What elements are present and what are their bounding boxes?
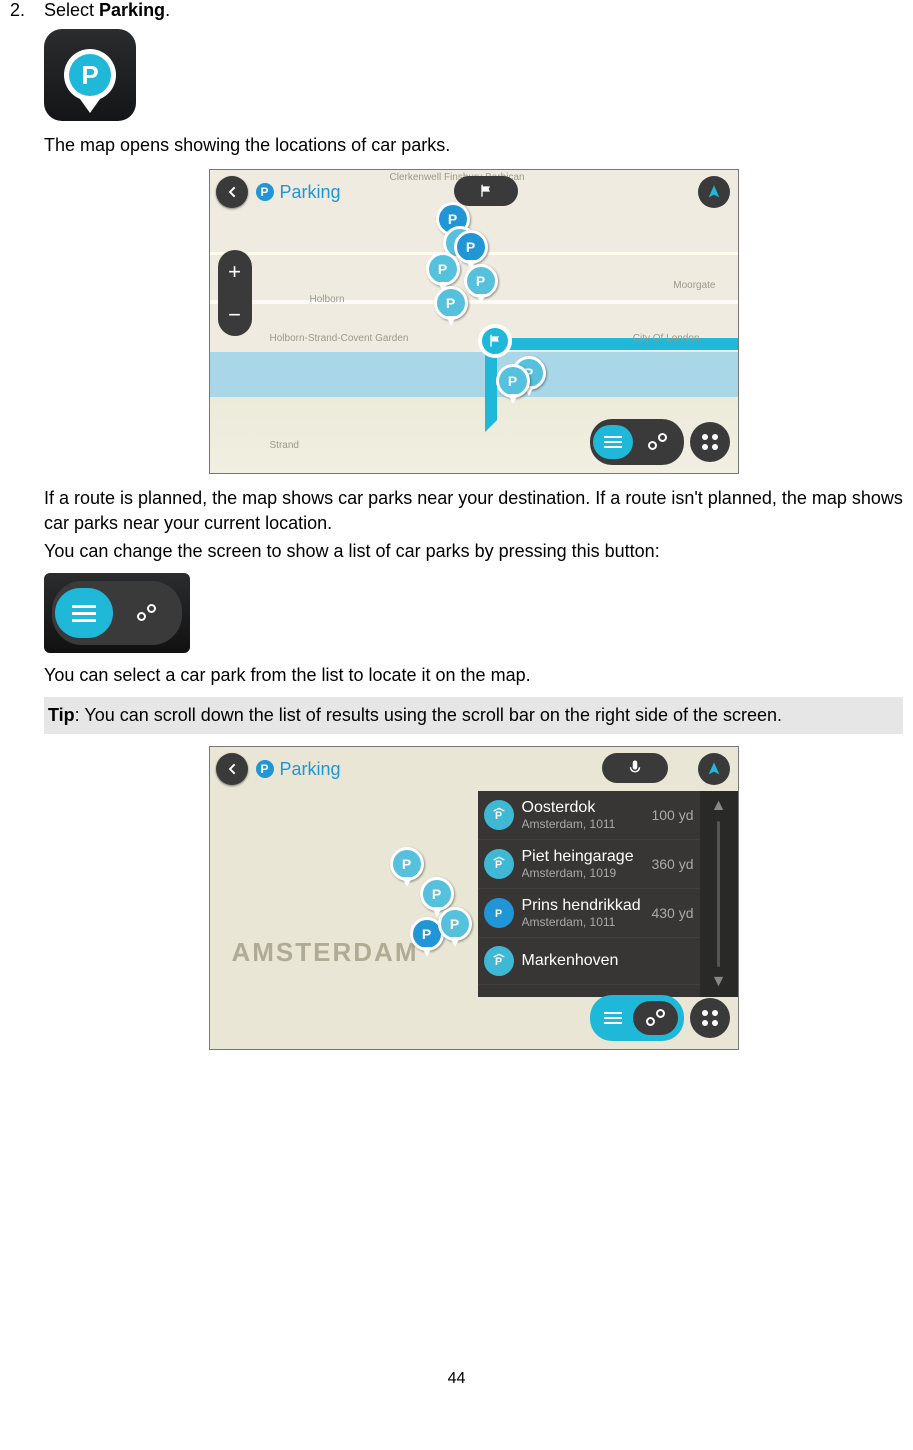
parking-covered-pin-icon[interactable]: P xyxy=(426,252,460,286)
tip-text: : You can scroll down the list of result… xyxy=(75,705,782,725)
destination-marker xyxy=(478,324,512,358)
result-text: OosterdokAmsterdam, 1011 xyxy=(522,799,644,831)
svg-text:P: P xyxy=(495,956,502,968)
parking-p-icon: P xyxy=(256,760,274,778)
list-icon xyxy=(604,1017,622,1019)
result-row[interactable]: P Prins hendrikkadAmsterdam, 1011 430 yd xyxy=(478,889,700,938)
map-list-toggle[interactable] xyxy=(590,419,684,465)
parking-covered-pin-icon[interactable]: P xyxy=(438,907,472,941)
recentre-button[interactable] xyxy=(698,176,730,208)
page-number: 44 xyxy=(10,1370,903,1388)
pins-icon xyxy=(649,1012,661,1024)
zoom-control xyxy=(218,250,252,336)
parking-covered-icon: P xyxy=(484,946,514,976)
parking-list-view-screenshot: AMSTERDAM P P P P P Parking xyxy=(209,746,739,1050)
chevron-left-icon xyxy=(224,761,240,777)
parking-covered-pin-icon[interactable]: P xyxy=(390,847,424,881)
parking-pin-icon[interactable]: P xyxy=(454,230,488,264)
step-text: Select Parking. xyxy=(44,0,903,21)
recentre-button[interactable] xyxy=(698,753,730,785)
letter-p-icon: P xyxy=(69,54,111,96)
paragraph-4: You can select a car park from the list … xyxy=(44,663,903,687)
result-address: Amsterdam, 1011 xyxy=(522,817,644,831)
map-list-toggle[interactable] xyxy=(52,581,182,645)
result-name: Markenhoven xyxy=(522,952,686,970)
screen-title-text: Parking xyxy=(280,759,341,780)
list-icon xyxy=(72,612,96,615)
zoom-in-button[interactable] xyxy=(228,259,241,285)
microphone-icon xyxy=(626,759,644,777)
step-prefix: Select xyxy=(44,0,99,20)
step-bold: Parking xyxy=(99,0,165,20)
result-text: Markenhoven xyxy=(522,952,686,970)
tip-box: Tip: You can scroll down the list of res… xyxy=(44,697,903,734)
main-menu-button[interactable] xyxy=(690,422,730,462)
pin-icon: P xyxy=(64,49,116,101)
results-scrollbar[interactable]: ▲ ▼ xyxy=(700,791,738,997)
scroll-down-icon[interactable]: ▼ xyxy=(711,973,727,991)
parking-p-icon: P xyxy=(256,183,274,201)
parking-covered-pin-icon[interactable]: P xyxy=(420,877,454,911)
back-button[interactable] xyxy=(216,753,248,785)
parking-covered-icon: P xyxy=(484,849,514,879)
map-city-label: AMSTERDAM xyxy=(232,937,419,968)
scroll-up-icon[interactable]: ▲ xyxy=(711,797,727,815)
result-address: Amsterdam, 1019 xyxy=(522,866,644,880)
screen-title: P Parking xyxy=(256,759,341,780)
back-button[interactable] xyxy=(216,176,248,208)
result-row[interactable]: P Markenhoven xyxy=(478,938,700,985)
svg-text:P: P xyxy=(495,908,502,920)
parking-open-icon: P xyxy=(484,898,514,928)
map-label: Moorgate xyxy=(673,280,715,291)
result-text: Piet heingarageAmsterdam, 1019 xyxy=(522,848,644,880)
step-number: 2. xyxy=(10,0,44,21)
destination-tab[interactable] xyxy=(454,176,518,206)
result-name: Oosterdok xyxy=(522,799,644,817)
result-row[interactable]: P OosterdokAmsterdam, 1011 100 yd xyxy=(478,791,700,840)
list-icon xyxy=(604,441,622,443)
paragraph-3: You can change the screen to show a list… xyxy=(44,539,903,563)
step-suffix: . xyxy=(165,0,170,20)
parking-covered-pin-icon[interactable]: P xyxy=(496,364,530,398)
result-row[interactable]: P Piet heingarageAmsterdam, 1019 360 yd xyxy=(478,840,700,889)
result-name: Prins hendrikkad xyxy=(522,897,644,915)
chevron-left-icon xyxy=(224,184,240,200)
navigation-arrow-icon xyxy=(706,761,722,777)
map-label: Strand xyxy=(270,440,299,451)
svg-text:P: P xyxy=(495,859,502,871)
voice-search-button[interactable] xyxy=(602,753,668,783)
map-label: City Of London xyxy=(633,333,700,344)
parking-covered-pin-icon[interactable]: P xyxy=(434,286,468,320)
paragraph-1: The map opens showing the locations of c… xyxy=(44,133,903,157)
result-name: Piet heingarage xyxy=(522,848,644,866)
map-label: Holborn-Strand-Covent Garden xyxy=(270,333,409,344)
screen-title-text: Parking xyxy=(280,182,341,203)
result-text: Prins hendrikkadAmsterdam, 1011 xyxy=(522,897,644,929)
screen-title: P Parking xyxy=(256,182,341,203)
pins-icon xyxy=(651,436,663,448)
flag-icon xyxy=(478,183,494,199)
map-list-toggle[interactable] xyxy=(590,995,684,1041)
svg-text:P: P xyxy=(495,810,502,822)
pins-icon xyxy=(140,607,152,619)
navigation-arrow-icon xyxy=(706,184,722,200)
result-distance: 100 yd xyxy=(651,807,693,823)
map-label: Holborn xyxy=(310,294,345,305)
step-2: 2. Select Parking. xyxy=(10,0,903,21)
result-distance: 360 yd xyxy=(651,856,693,872)
list-toggle-button-image xyxy=(44,573,190,653)
parking-covered-pin-icon[interactable]: P xyxy=(464,264,498,298)
parking-map-view-screenshot: Clerkenwell Finsbury Barbican Holborn Ho… xyxy=(209,169,739,474)
parking-covered-icon: P xyxy=(484,800,514,830)
zoom-out-button[interactable] xyxy=(228,302,241,328)
paragraph-2: If a route is planned, the map shows car… xyxy=(44,486,903,535)
main-menu-button[interactable] xyxy=(690,998,730,1038)
results-panel: POosterdokAmsterdam, 1011100 ydPPiet hei… xyxy=(478,791,738,997)
parking-app-icon: P xyxy=(44,29,136,121)
tip-label: Tip xyxy=(48,705,75,725)
result-distance: 430 yd xyxy=(651,905,693,921)
result-address: Amsterdam, 1011 xyxy=(522,915,644,929)
scroll-track[interactable] xyxy=(717,821,720,967)
